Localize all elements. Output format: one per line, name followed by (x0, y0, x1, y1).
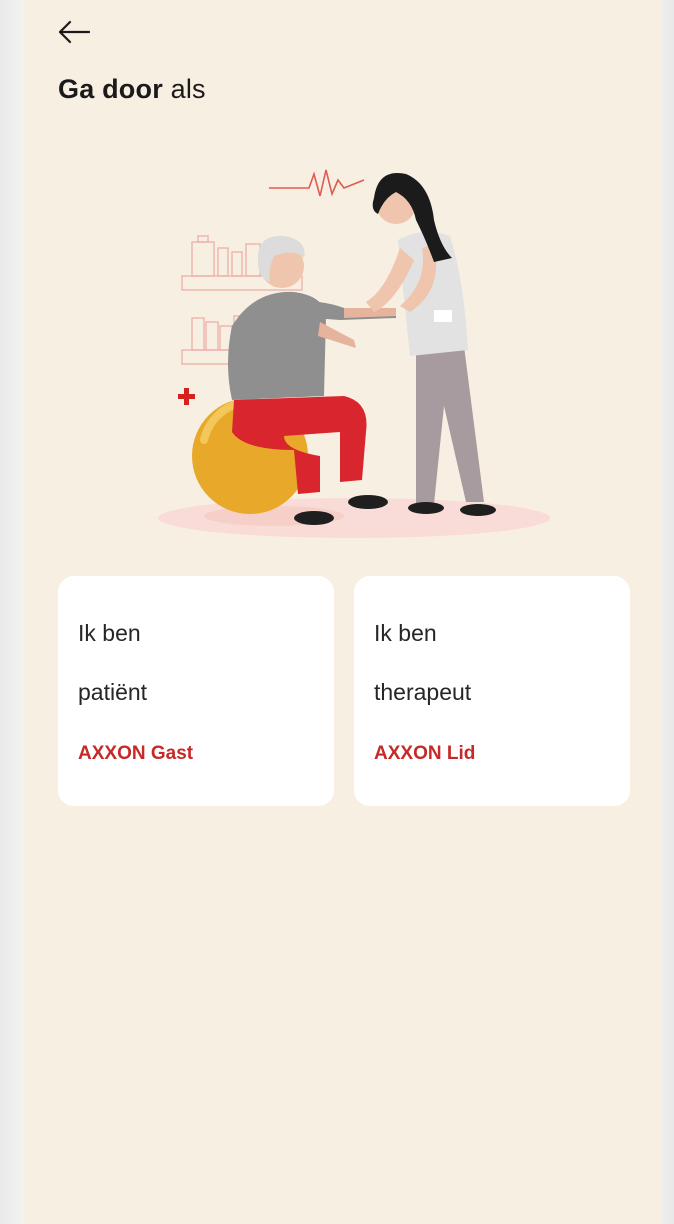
option-tag: AXXON Gast (78, 743, 194, 764)
option-role: therapeut (374, 679, 472, 705)
arrow-left-icon (58, 20, 91, 44)
page-title: Ga door als (58, 74, 206, 105)
option-card-therapist[interactable]: Ik ben therapeut AXXON Lid (354, 576, 630, 806)
therapy-illustration (158, 169, 550, 538)
option-card-patient[interactable]: Ik ben patiënt AXXON Gast (58, 576, 334, 806)
page-title-rest: als (162, 74, 206, 104)
app-screen: Ga door als Ik ben patiënt AXXON Gast Ik… (24, 0, 662, 1224)
option-role: patiënt (78, 679, 148, 705)
device-frame: Ga door als Ik ben patiënt AXXON Gast Ik… (0, 0, 674, 1224)
page-title-strong: Ga door (58, 74, 163, 104)
option-line1: Ik ben (374, 620, 437, 646)
option-line1: Ik ben (78, 620, 141, 646)
option-tag: AXXON Lid (374, 743, 476, 764)
back-button[interactable] (54, 16, 94, 48)
